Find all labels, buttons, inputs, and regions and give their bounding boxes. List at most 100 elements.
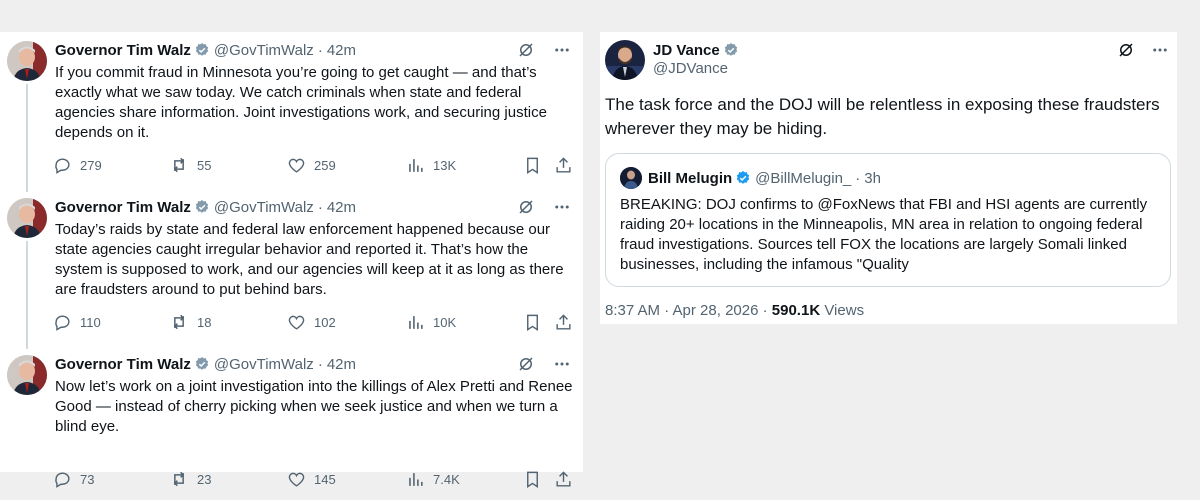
reply-button[interactable]: 73: [53, 469, 94, 489]
grok-icon[interactable]: [517, 198, 535, 216]
views-chart-icon: [406, 313, 425, 332]
heart-icon: [287, 156, 306, 175]
like-count: 102: [314, 314, 336, 330]
tweet[interactable]: Governor Tim Walz @GovTimWalz · 42m If y…: [0, 32, 583, 189]
grok-icon[interactable]: [1117, 41, 1135, 59]
share-icon: [554, 470, 573, 489]
author-handle[interactable]: @GovTimWalz: [214, 42, 314, 59]
bookmark-button[interactable]: [523, 155, 542, 175]
repost-button[interactable]: 55: [169, 155, 211, 175]
like-button[interactable]: 145: [287, 469, 336, 489]
views-chart-icon: [406, 470, 425, 489]
like-button[interactable]: 102: [287, 312, 336, 332]
quoted-tweet-header: Bill Melugin @BillMelugin_ · 3h: [620, 166, 881, 190]
author-name[interactable]: Governor Tim Walz: [55, 42, 191, 59]
vance-post-panel: JD Vance @JDVance The task force and the…: [600, 32, 1177, 324]
tweet-time[interactable]: 42m: [327, 42, 356, 59]
tweet-header: Governor Tim Walz @GovTimWalz · 42m: [55, 354, 356, 374]
author-handle[interactable]: @GovTimWalz: [214, 356, 314, 373]
bookmark-icon: [523, 156, 542, 175]
grok-icon[interactable]: [517, 355, 535, 373]
verified-badge-icon: [194, 356, 210, 372]
repost-icon: [169, 155, 189, 175]
post-text: The task force and the DOJ will be relen…: [605, 95, 1160, 138]
repost-icon: [169, 312, 189, 332]
repost-count: 18: [197, 314, 212, 330]
author-handle[interactable]: @GovTimWalz: [214, 199, 314, 216]
views-button[interactable]: 7.4K: [406, 469, 460, 489]
share-icon: [554, 313, 573, 332]
views-button[interactable]: 13K: [406, 155, 456, 175]
views-count: 7.4K: [433, 471, 460, 487]
repost-button[interactable]: 18: [169, 312, 211, 332]
heart-icon: [287, 470, 306, 489]
heart-icon: [287, 313, 306, 332]
verified-badge-icon: [723, 42, 739, 58]
avatar[interactable]: [7, 355, 47, 395]
more-icon[interactable]: [553, 41, 571, 59]
tweet-actions: 279 55 259 13K: [53, 155, 575, 175]
separator-dot: ·: [317, 355, 323, 373]
reply-button[interactable]: 110: [53, 312, 101, 332]
post-meta: 8:37 AM · Apr 28, 2026 · 590.1K Views: [605, 302, 864, 319]
reply-count: 73: [80, 471, 95, 487]
reply-count: 279: [80, 157, 102, 173]
tweet-header: Governor Tim Walz @GovTimWalz · 42m: [55, 197, 356, 217]
verified-badge-icon: [735, 170, 751, 186]
tweet-text: Now let’s work on a joint investigation …: [55, 378, 573, 435]
repost-button[interactable]: 23: [169, 469, 211, 489]
quoted-tweet[interactable]: Bill Melugin @BillMelugin_ · 3h BREAKING…: [605, 153, 1171, 287]
like-count: 145: [314, 471, 336, 487]
tweet-actions: 110 18 102 10K: [53, 312, 575, 332]
like-count: 259: [314, 157, 336, 173]
bookmark-button[interactable]: [523, 469, 542, 489]
like-button[interactable]: 259: [287, 155, 336, 175]
bookmark-button[interactable]: [523, 312, 542, 332]
repost-icon: [169, 469, 189, 489]
repost-count: 55: [197, 157, 212, 173]
grok-icon[interactable]: [517, 41, 535, 59]
share-button[interactable]: [554, 469, 573, 489]
avatar: [620, 167, 642, 189]
walz-thread-panel: Governor Tim Walz @GovTimWalz · 42m If y…: [0, 32, 583, 488]
views-label: Views: [824, 302, 865, 319]
tweet[interactable]: Governor Tim Walz @GovTimWalz · 42m Toda…: [0, 189, 583, 346]
share-icon: [554, 156, 573, 175]
separator-dot: ·: [855, 169, 861, 187]
more-icon[interactable]: [553, 198, 571, 216]
repost-count: 23: [197, 471, 212, 487]
reply-button[interactable]: 279: [53, 155, 102, 175]
bookmark-icon: [523, 313, 542, 332]
bookmark-icon: [523, 470, 542, 489]
share-button[interactable]: [554, 155, 573, 175]
tweet-time[interactable]: 42m: [327, 356, 356, 373]
quoted-author-handle: @BillMelugin_: [755, 169, 852, 187]
tweet[interactable]: Governor Tim Walz @GovTimWalz · 42m Now …: [0, 346, 583, 500]
tweet-top-actions: [517, 354, 571, 374]
author-name[interactable]: Governor Tim Walz: [55, 356, 191, 373]
tweet-top-actions: [517, 40, 571, 60]
share-button[interactable]: [554, 312, 573, 332]
avatar[interactable]: [605, 40, 645, 80]
views-count: 590.1K: [771, 302, 821, 319]
avatar[interactable]: [7, 41, 47, 81]
quoted-tweet-text: BREAKING: DOJ confirms to @FoxNews that …: [620, 196, 1148, 273]
tweet-header: Governor Tim Walz @GovTimWalz · 42m: [55, 40, 356, 60]
tweet-top-actions: [517, 197, 571, 217]
avatar[interactable]: [7, 198, 47, 238]
author-name[interactable]: Governor Tim Walz: [55, 199, 191, 216]
verified-badge-icon: [194, 42, 210, 58]
reply-count: 110: [80, 314, 101, 330]
more-icon[interactable]: [553, 355, 571, 373]
views-button[interactable]: 10K: [406, 312, 456, 332]
reply-icon: [53, 156, 72, 175]
tweet-actions: 73 23 145 7.4K: [53, 469, 575, 489]
author-name[interactable]: JD Vance: [653, 42, 720, 59]
reply-icon: [53, 313, 72, 332]
post-timestamp[interactable]: 8:37 AM · Apr 28, 2026 ·: [605, 302, 768, 319]
tweet-time[interactable]: 42m: [327, 199, 356, 216]
verified-badge-icon: [194, 199, 210, 215]
more-icon[interactable]: [1151, 41, 1169, 59]
separator-dot: ·: [317, 41, 323, 59]
author-handle[interactable]: @JDVance: [653, 60, 728, 77]
